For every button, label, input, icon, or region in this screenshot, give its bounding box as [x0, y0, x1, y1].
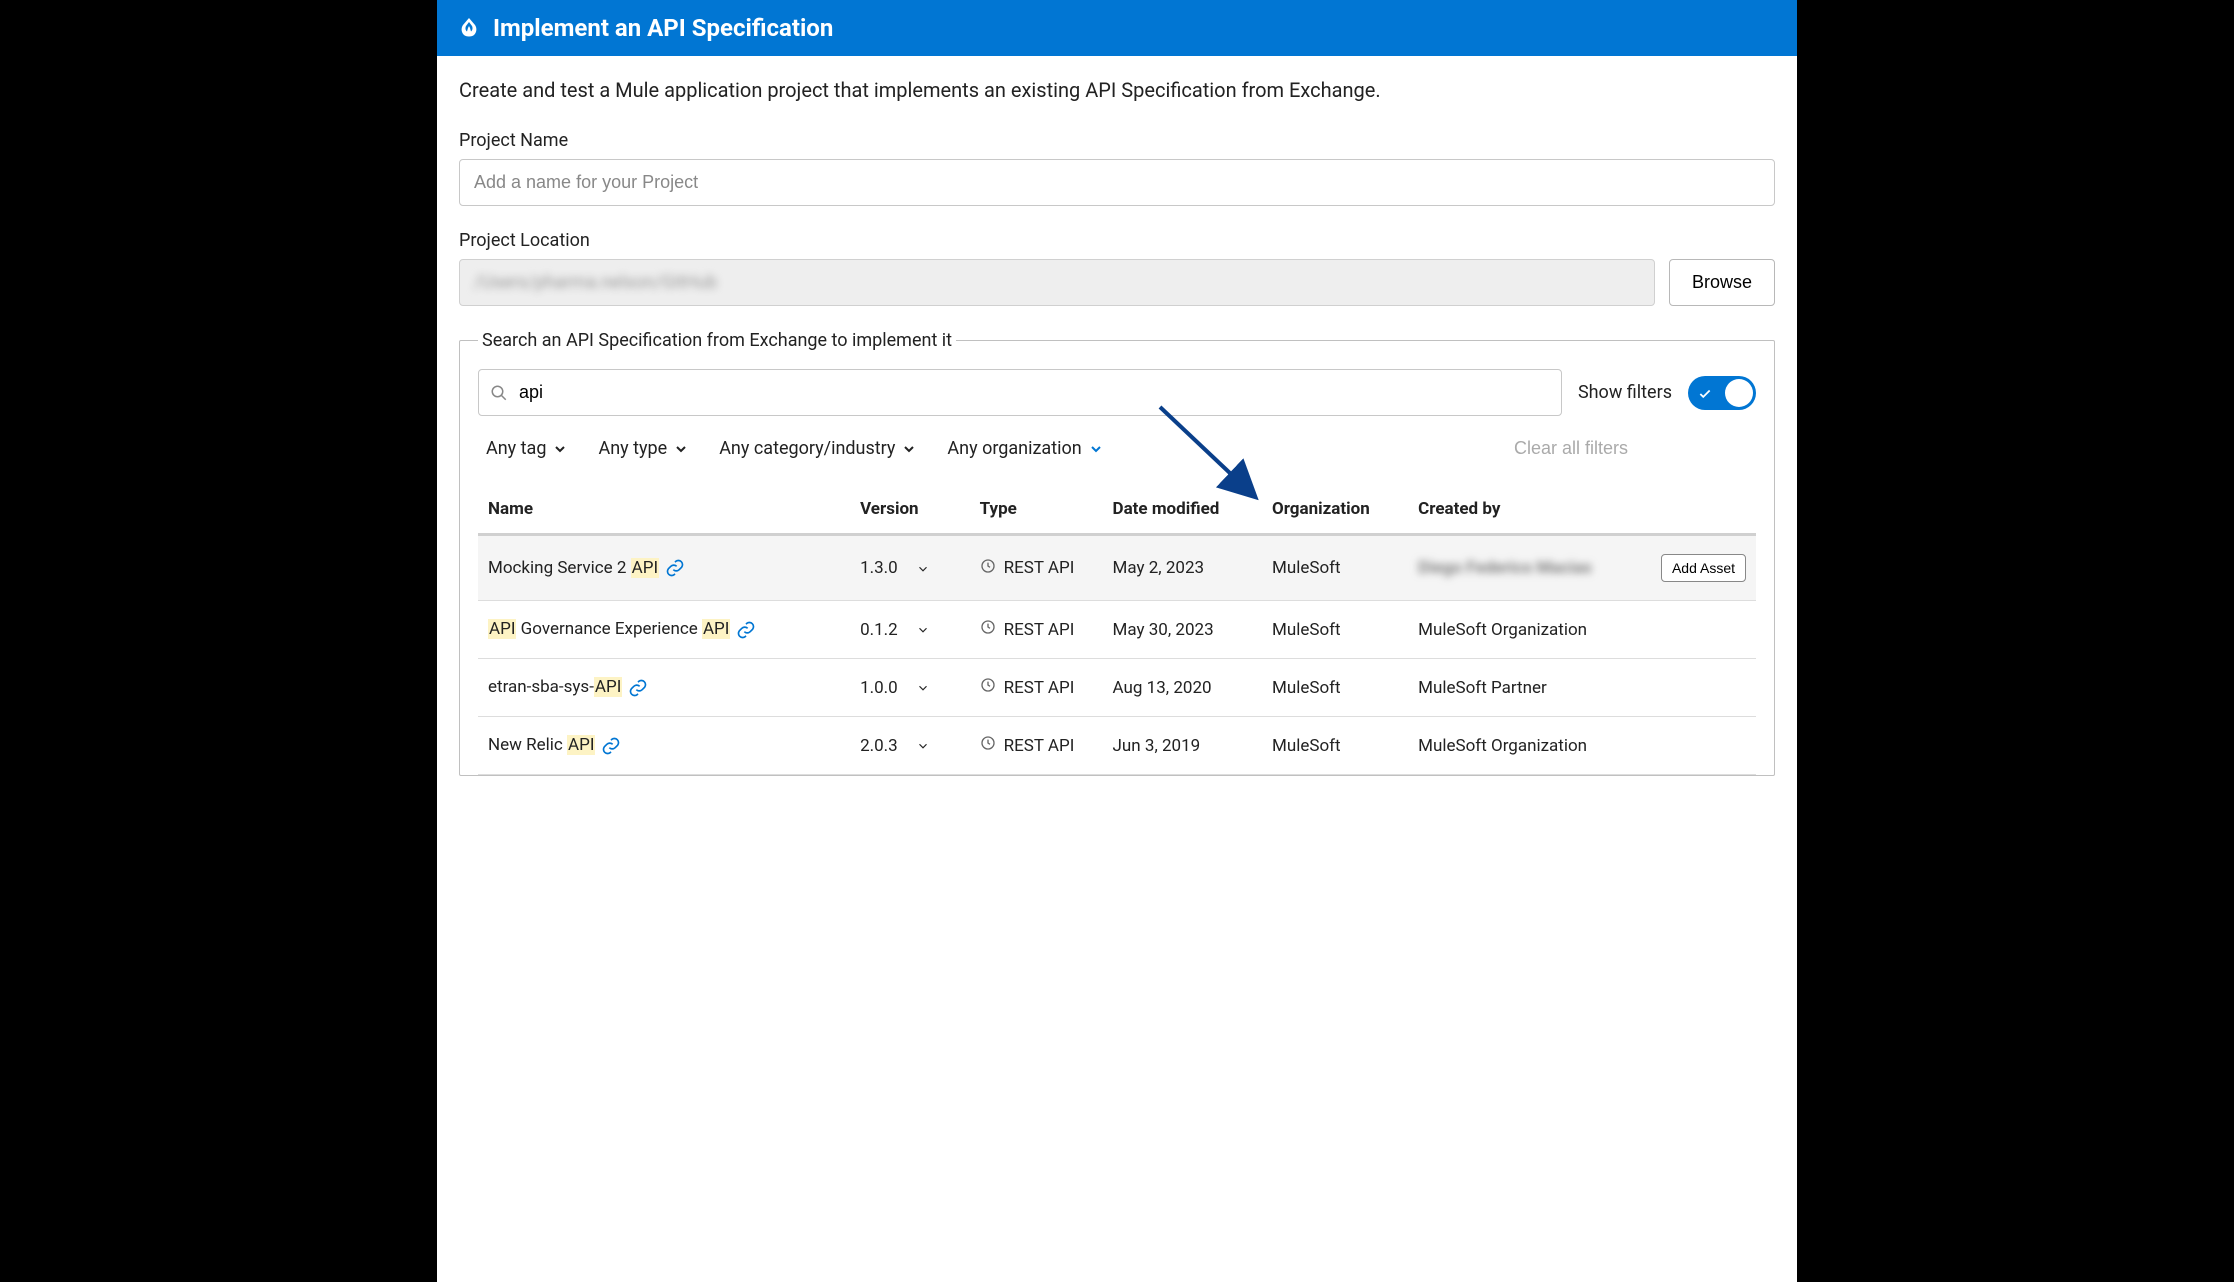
chevron-down-icon[interactable] — [916, 739, 930, 753]
filter-organization[interactable]: Any organization — [947, 438, 1103, 459]
cell-name: API Governance Experience API — [478, 601, 850, 659]
dialog-title: Implement an API Specification — [493, 14, 833, 42]
check-icon — [1698, 386, 1712, 400]
cell-action — [1647, 717, 1756, 775]
chevron-down-icon — [901, 441, 917, 457]
col-header-by[interactable]: Created by — [1408, 487, 1647, 535]
project-name-group: Project Name — [459, 130, 1775, 206]
cell-created-by: MuleSoft Partner — [1408, 659, 1647, 717]
filter-tag-label: Any tag — [486, 438, 546, 459]
col-header-type[interactable]: Type — [970, 487, 1103, 535]
dialog-description: Create and test a Mule application proje… — [459, 78, 1775, 102]
chevron-down-icon — [552, 441, 568, 457]
filter-type[interactable]: Any type — [598, 438, 689, 459]
table-row[interactable]: API Governance Experience API0.1.2REST A… — [478, 601, 1756, 659]
add-asset-button[interactable]: Add Asset — [1661, 554, 1746, 582]
browse-button[interactable]: Browse — [1669, 259, 1775, 306]
show-filters-label: Show filters — [1578, 382, 1672, 403]
project-location-input[interactable]: /Users/pharma.nelson/GitHub — [459, 259, 1655, 306]
link-icon[interactable] — [628, 678, 648, 698]
cell-created-by: MuleSoft Organization — [1408, 601, 1647, 659]
search-section: Search an API Specification from Exchang… — [459, 330, 1775, 776]
results-table: Name Version Type Date modified Organiza… — [478, 487, 1756, 775]
project-name-input[interactable] — [459, 159, 1775, 206]
col-header-version[interactable]: Version — [850, 487, 970, 535]
link-icon[interactable] — [601, 736, 621, 756]
chevron-down-icon[interactable] — [916, 623, 930, 637]
col-header-name[interactable]: Name — [478, 487, 850, 535]
chevron-down-icon — [1088, 441, 1104, 457]
api-type-icon — [980, 558, 996, 579]
filters-row: Any tag Any type Any category/industry A… — [478, 434, 1756, 487]
cell-type: REST API — [970, 717, 1103, 775]
search-icon — [490, 384, 508, 402]
titlebar: Implement an API Specification — [437, 0, 1797, 56]
cell-type: REST API — [970, 659, 1103, 717]
cell-date: May 30, 2023 — [1103, 601, 1262, 659]
clear-filters-button[interactable]: Clear all filters — [1514, 438, 1748, 459]
col-header-date[interactable]: Date modified — [1103, 487, 1262, 535]
cell-date: Jun 3, 2019 — [1103, 717, 1262, 775]
cell-type: REST API — [970, 601, 1103, 659]
search-input[interactable] — [478, 369, 1562, 416]
api-type-icon — [980, 619, 996, 640]
cell-name: etran-sba-sys-API — [478, 659, 850, 717]
filter-org-label: Any organization — [947, 438, 1081, 459]
table-row[interactable]: Mocking Service 2 API1.3.0REST APIMay 2,… — [478, 535, 1756, 601]
chevron-down-icon — [673, 441, 689, 457]
cell-organization: MuleSoft — [1262, 717, 1408, 775]
project-location-label: Project Location — [459, 230, 1775, 251]
cell-type: REST API — [970, 535, 1103, 601]
cell-name: New Relic API — [478, 717, 850, 775]
dialog-content: Create and test a Mule application proje… — [437, 56, 1797, 776]
link-icon[interactable] — [736, 620, 756, 640]
table-row[interactable]: etran-sba-sys-API1.0.0REST APIAug 13, 20… — [478, 659, 1756, 717]
cell-created-by: MuleSoft Organization — [1408, 717, 1647, 775]
col-header-org[interactable]: Organization — [1262, 487, 1408, 535]
search-legend: Search an API Specification from Exchang… — [478, 330, 956, 351]
cell-action — [1647, 659, 1756, 717]
cell-version: 1.3.0 — [850, 535, 970, 601]
link-icon[interactable] — [665, 558, 685, 578]
project-location-group: Project Location /Users/pharma.nelson/Gi… — [459, 230, 1775, 306]
table-row[interactable]: New Relic API2.0.3REST APIJun 3, 2019Mul… — [478, 717, 1756, 775]
filter-category[interactable]: Any category/industry — [719, 438, 917, 459]
cell-organization: MuleSoft — [1262, 535, 1408, 601]
cell-version: 2.0.3 — [850, 717, 970, 775]
filter-tag[interactable]: Any tag — [486, 438, 568, 459]
cell-date: May 2, 2023 — [1103, 535, 1262, 601]
cell-date: Aug 13, 2020 — [1103, 659, 1262, 717]
cell-action: Add Asset — [1647, 535, 1756, 601]
cell-organization: MuleSoft — [1262, 659, 1408, 717]
api-type-icon — [980, 677, 996, 698]
cell-version: 0.1.2 — [850, 601, 970, 659]
cell-organization: MuleSoft — [1262, 601, 1408, 659]
cell-name: Mocking Service 2 API — [478, 535, 850, 601]
dialog-window: Implement an API Specification Create an… — [437, 0, 1797, 1282]
cell-version: 1.0.0 — [850, 659, 970, 717]
project-name-label: Project Name — [459, 130, 1775, 151]
mulesoft-logo-icon — [457, 16, 481, 40]
cell-created-by: Diego Federico Macias — [1408, 535, 1647, 601]
project-location-value: /Users/pharma.nelson/GitHub — [474, 272, 717, 293]
toggle-knob — [1725, 379, 1753, 407]
filter-type-label: Any type — [598, 438, 667, 459]
search-input-wrap — [478, 369, 1562, 416]
cell-action — [1647, 601, 1756, 659]
show-filters-toggle[interactable] — [1688, 376, 1756, 410]
filter-category-label: Any category/industry — [719, 438, 895, 459]
api-type-icon — [980, 735, 996, 756]
chevron-down-icon[interactable] — [916, 681, 930, 695]
chevron-down-icon[interactable] — [916, 562, 930, 576]
